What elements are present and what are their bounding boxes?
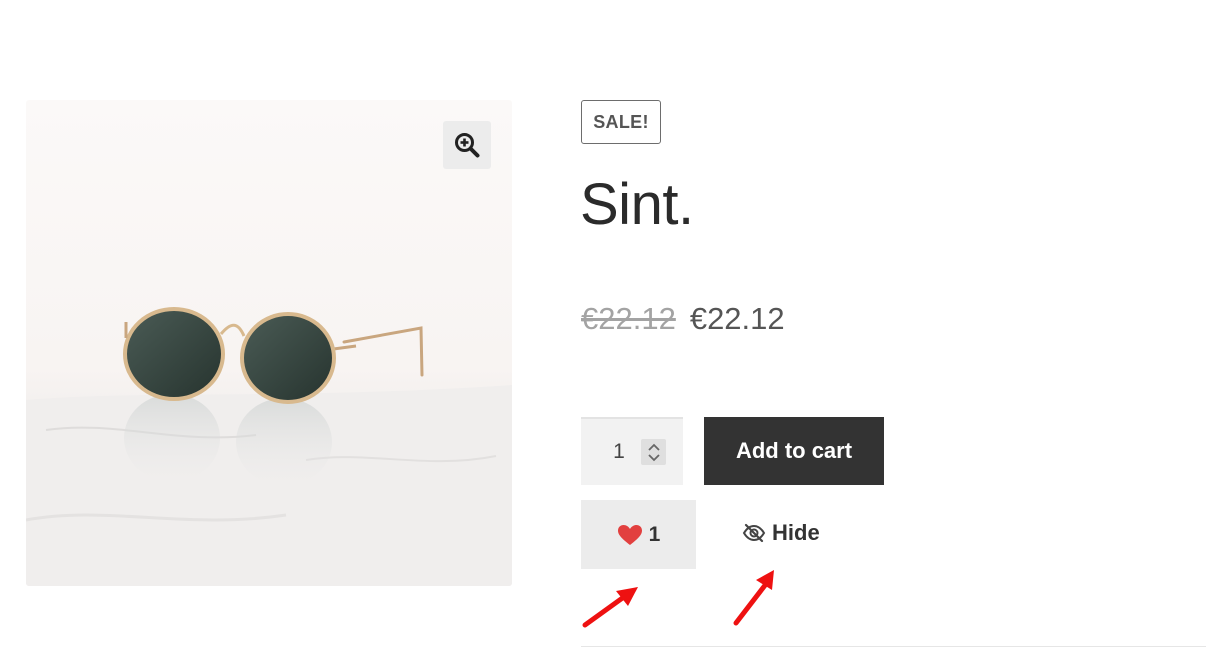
- like-count: 1: [648, 522, 661, 546]
- product-image: [26, 307, 512, 586]
- eye-slash-icon: [742, 523, 766, 543]
- product-price: €22.12 €22.12: [581, 297, 785, 341]
- product-page: SALE! Sint. €22.12 €22.12 1 Add to cart 1…: [0, 0, 1231, 661]
- product-gallery[interactable]: [26, 100, 512, 586]
- quantity-input[interactable]: 1: [581, 417, 683, 485]
- product-title: Sint.: [580, 172, 694, 237]
- hide-button[interactable]: Hide: [742, 520, 820, 546]
- divider: [581, 646, 1206, 647]
- regular-price: €22.12: [581, 301, 676, 336]
- hide-label: Hide: [772, 520, 820, 545]
- chevron-up-icon[interactable]: [647, 443, 660, 451]
- sale-price: €22.12: [689, 301, 785, 336]
- heart-icon: [617, 524, 642, 545]
- zoom-button[interactable]: [443, 121, 491, 169]
- sale-badge: SALE!: [581, 100, 661, 144]
- like-button[interactable]: 1: [581, 500, 696, 569]
- red-arrow-icon: [582, 587, 638, 628]
- quantity-value[interactable]: 1: [609, 440, 629, 464]
- quantity-stepper[interactable]: [641, 439, 666, 465]
- chevron-down-icon[interactable]: [647, 453, 660, 462]
- add-to-cart-button[interactable]: Add to cart: [704, 417, 884, 485]
- red-arrow-icon: [733, 570, 774, 626]
- zoom-in-icon: [455, 133, 480, 158]
